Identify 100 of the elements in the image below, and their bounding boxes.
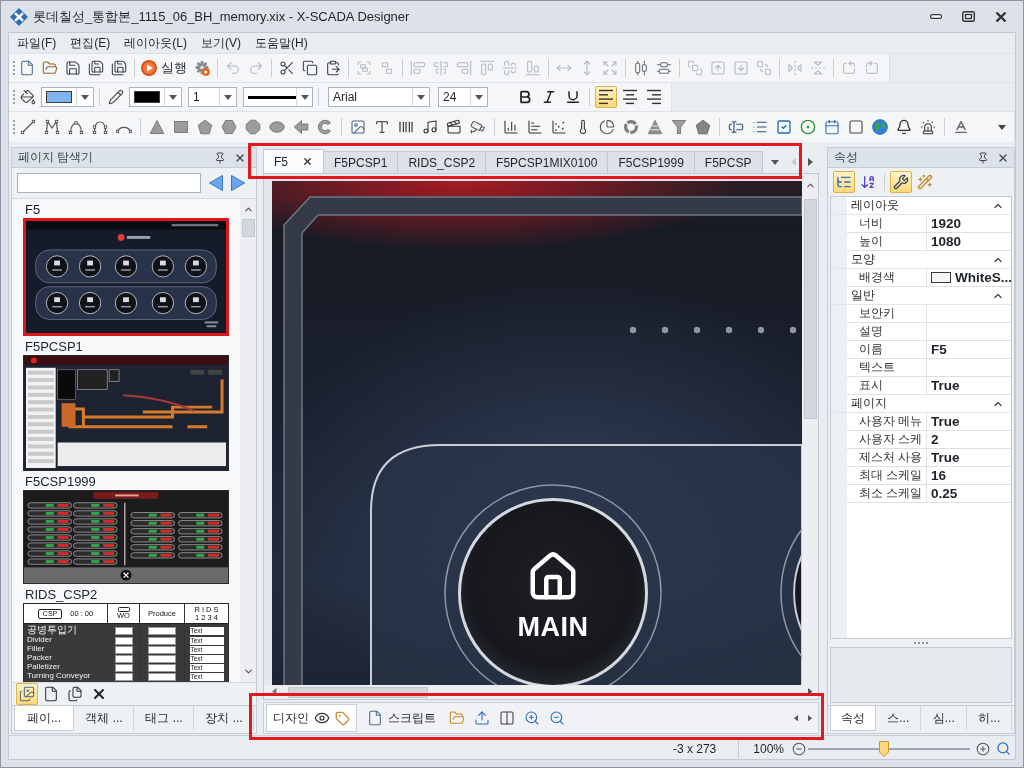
bell-icon[interactable]: [896, 119, 912, 135]
close-icon[interactable]: [302, 156, 313, 167]
scroll-down-icon[interactable]: [242, 666, 254, 677]
menu-item[interactable]: 레이아웃(L): [117, 34, 194, 52]
rectangle-shape-icon[interactable]: [173, 119, 189, 135]
line-tool-icon[interactable]: [20, 119, 36, 135]
font-size-dropdown[interactable]: 24: [438, 87, 488, 107]
hexagon-shape-icon[interactable]: [221, 119, 237, 135]
polyline-tool-icon[interactable]: [44, 119, 60, 135]
list-tree-icon[interactable]: [833, 171, 855, 193]
panel-tab[interactable]: 장치 ...: [194, 706, 254, 731]
panel-tab[interactable]: 속성: [830, 706, 876, 731]
scroll-left-icon[interactable]: [794, 714, 798, 722]
run-button[interactable]: 실행: [139, 57, 190, 79]
panel-tab[interactable]: 페이...: [14, 706, 74, 731]
pyramid-chart-icon[interactable]: [647, 119, 663, 135]
overflow-caret-icon[interactable]: [998, 124, 1006, 130]
calendar-icon[interactable]: [824, 119, 840, 135]
dropdown-caret-icon[interactable]: [475, 94, 483, 100]
scroll-right-icon[interactable]: [808, 158, 813, 166]
donut-chart-icon[interactable]: [623, 119, 639, 135]
blank-page-icon[interactable]: [19, 60, 35, 76]
document-tab[interactable]: F5: [263, 149, 324, 173]
distribute-horizontal-icon[interactable]: [633, 60, 649, 76]
close-icon[interactable]: [995, 10, 1007, 23]
font-icon[interactable]: [953, 119, 969, 135]
radio-button-icon[interactable]: [800, 119, 816, 135]
dropdown-caret-icon[interactable]: [81, 94, 89, 100]
ellipse-shape-icon[interactable]: [269, 119, 285, 135]
page-thumbnail[interactable]: [23, 490, 229, 584]
arrow-shape-icon[interactable]: [293, 119, 309, 135]
scroll-right-icon[interactable]: [808, 714, 812, 722]
radar-chart-icon[interactable]: [695, 119, 711, 135]
pencil-icon[interactable]: [108, 89, 124, 105]
scrollbar-thumb[interactable]: [803, 199, 817, 419]
dropdown-caret-icon[interactable]: [224, 94, 232, 100]
copy-icon[interactable]: [302, 60, 318, 76]
music-note-icon[interactable]: [422, 119, 438, 135]
siren-icon[interactable]: [920, 119, 936, 135]
slider-thumb[interactable]: [879, 740, 890, 757]
document-tab[interactable]: F5PCSP1: [323, 151, 399, 173]
minimize-icon[interactable]: [930, 14, 942, 19]
curve-tool-icon[interactable]: [68, 119, 84, 135]
dropdown-caret-icon[interactable]: [169, 94, 177, 100]
scatter-chart-icon[interactable]: [551, 119, 567, 135]
previous-arrow-icon[interactable]: [209, 175, 223, 191]
pictures-icon[interactable]: [16, 683, 38, 705]
page-name[interactable]: RIDS_CSP2: [23, 587, 98, 603]
zoom-out-icon[interactable]: [549, 710, 565, 726]
next-arrow-icon[interactable]: [231, 175, 245, 191]
eye-icon[interactable]: [314, 710, 330, 726]
fill-color-picker[interactable]: [41, 87, 94, 107]
paint-bucket-icon[interactable]: [20, 89, 36, 105]
barcode-icon[interactable]: [398, 119, 414, 135]
pie-chart-icon[interactable]: [599, 119, 615, 135]
document-tab[interactable]: RIDS_CSP2: [397, 151, 487, 173]
panel-tab[interactable]: 태그 ...: [134, 706, 194, 731]
maximize-icon[interactable]: [962, 11, 975, 22]
wrench-icon[interactable]: [890, 171, 912, 193]
checkbox-icon[interactable]: [776, 119, 792, 135]
menu-item[interactable]: 파일(F): [10, 34, 64, 52]
scrollbar-thumb[interactable]: [287, 686, 428, 698]
horizontal-bar-chart-icon[interactable]: [527, 119, 543, 135]
line-style-dropdown[interactable]: [243, 87, 313, 107]
scroll-left-icon[interactable]: [272, 688, 277, 696]
menu-item[interactable]: 편집(E): [63, 34, 118, 52]
picture-icon[interactable]: [350, 119, 366, 135]
frame-icon[interactable]: [848, 119, 864, 135]
menu-item[interactable]: 도움말(H): [248, 34, 315, 52]
tab-list-caret-icon[interactable]: [771, 159, 779, 165]
align-text-left-icon[interactable]: [595, 86, 617, 108]
globe-icon[interactable]: [872, 119, 888, 135]
pin-icon[interactable]: [214, 151, 226, 164]
columns-icon[interactable]: [499, 710, 515, 726]
document-tab[interactable]: F5CSP1999: [607, 151, 695, 173]
distribute-vertical-icon[interactable]: [656, 60, 672, 76]
zoom-in-icon[interactable]: [524, 710, 540, 726]
octagon-shape-icon[interactable]: [245, 119, 261, 135]
floppy-disks-icon[interactable]: [111, 60, 127, 76]
line-color-picker[interactable]: [129, 87, 182, 107]
clipboard-icon[interactable]: [325, 60, 341, 76]
menu-item[interactable]: 보기(V): [194, 34, 248, 52]
magnifier-icon[interactable]: [996, 741, 1011, 756]
page-thumbnail[interactable]: [23, 355, 229, 471]
arc-shape-icon[interactable]: [317, 119, 333, 135]
clapperboard-icon[interactable]: [446, 119, 462, 135]
dropdown-caret-icon[interactable]: [417, 94, 425, 100]
pentagon-shape-icon[interactable]: [197, 119, 213, 135]
zoom-out-icon[interactable]: [792, 741, 806, 756]
line-width-dropdown[interactable]: 1: [188, 87, 237, 107]
page-name[interactable]: F5: [23, 202, 41, 218]
panel-tab[interactable]: 객체 ...: [74, 706, 134, 731]
list-box-icon[interactable]: [752, 119, 768, 135]
scroll-right-icon[interactable]: [807, 688, 812, 696]
bar-chart-icon[interactable]: [503, 119, 519, 135]
gear-play-icon[interactable]: [194, 60, 210, 76]
text-field-icon[interactable]: [728, 119, 744, 135]
view-tab[interactable]: 디자인: [266, 704, 357, 732]
document-tab[interactable]: F5PCSP: [693, 151, 763, 173]
document-tab[interactable]: F5PCSP1MIX0100: [485, 151, 609, 173]
